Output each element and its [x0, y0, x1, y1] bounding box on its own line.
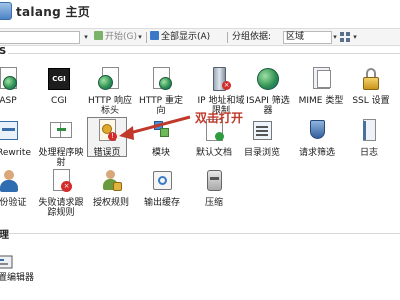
feature-modules[interactable]: 模块	[136, 118, 186, 158]
logging-icon	[356, 118, 382, 144]
feature-asp[interactable]: ASP	[0, 66, 33, 106]
feature-ssl-settings[interactable]: SSL 设置	[346, 66, 396, 106]
error-badge-icon: !	[108, 132, 117, 141]
lock-icon	[358, 66, 384, 92]
feature-label: 份验证	[0, 198, 27, 208]
feature-label: 处理程序映射	[38, 148, 84, 168]
cgi-icon-text: CGI	[48, 68, 70, 90]
feature-failed-request-tracing[interactable]: × 失败请求跟踪规则	[36, 168, 86, 218]
filter-dropdown-icon[interactable]: ▾	[82, 31, 90, 44]
start-dropdown-icon[interactable]: ▾	[136, 31, 144, 44]
feature-label: 压缩	[204, 198, 223, 208]
cgi-icon: CGI	[46, 66, 72, 92]
feature-label: 失败请求跟踪规则	[38, 198, 84, 218]
compression-icon	[201, 168, 227, 194]
filter-input[interactable]	[0, 31, 80, 44]
group-by-dropdown-icon[interactable]: ▾	[331, 31, 339, 44]
feature-logging[interactable]: 日志	[344, 118, 394, 158]
error-pages-icon: !	[94, 118, 120, 144]
request-filtering-icon	[304, 118, 330, 144]
filter-toolbar: ▾ 开始(G) ▾ 全部显示(A) 分组依据: 区域 ▾ ▾	[0, 28, 400, 46]
asp-icon	[0, 66, 21, 92]
feature-label: 错误页	[93, 148, 121, 158]
site-home-icon	[0, 2, 12, 20]
feature-label: CGI	[51, 96, 67, 106]
modules-icon	[148, 118, 174, 144]
directory-browsing-icon	[249, 118, 275, 144]
feature-output-caching[interactable]: 输出缓存	[137, 168, 187, 208]
start-filter-label: 开始(G)	[105, 32, 137, 42]
feature-label: 输出缓存	[143, 198, 180, 208]
feature-label: 置编辑器	[0, 273, 35, 283]
feature-authentication[interactable]: 份验证	[0, 168, 33, 208]
feature-error-pages[interactable]: ! 错误页	[82, 118, 132, 158]
feature-http-response-headers[interactable]: HTTP 响应标头	[85, 66, 135, 116]
iis-manager-window: talang 主页 ▾ 开始(G) ▾ 全部显示(A) 分组依据: 区域 ▾ ▾…	[0, 0, 400, 300]
deny-badge-icon: ×	[222, 81, 231, 90]
annotation-label: 双击打开	[195, 111, 244, 125]
show-all-label: 全部显示(A)	[161, 32, 211, 42]
handler-mappings-icon	[48, 118, 74, 144]
feature-label: 日志	[359, 148, 378, 158]
feature-label: 目录浏览	[243, 148, 280, 158]
authentication-icon	[0, 168, 21, 194]
view-mode-dropdown-icon[interactable]: ▾	[351, 31, 359, 44]
feature-handler-mappings[interactable]: 处理程序映射	[36, 118, 86, 168]
feature-request-filtering[interactable]: 请求筛选	[292, 118, 342, 158]
feature-authorization-rules[interactable]: 授权规则	[86, 168, 136, 208]
feature-label: HTTP 重定向	[139, 96, 183, 116]
failed-badge-icon: ×	[61, 181, 72, 192]
ip-restrictions-icon: ×	[208, 66, 234, 92]
page-title: talang 主页	[16, 5, 91, 19]
feature-label: 默认文档	[195, 148, 232, 158]
feature-directory-browsing[interactable]: 目录浏览	[237, 118, 287, 158]
go-icon	[94, 31, 103, 40]
feature-cgi[interactable]: CGI CGI	[34, 66, 84, 106]
feature-label: 授权规则	[92, 198, 129, 208]
isapi-filters-icon	[255, 66, 281, 92]
show-all-icon	[150, 31, 159, 40]
check-badge-icon	[215, 132, 224, 141]
feature-label: SSL 设置	[352, 96, 390, 106]
section-divider	[8, 53, 400, 54]
feature-label: MIME 类型	[298, 96, 344, 106]
feature-label: 请求筛选	[298, 148, 335, 158]
feature-label: HTTP 响应标头	[88, 96, 132, 116]
http-headers-icon	[97, 66, 123, 92]
config-editor-icon	[0, 255, 13, 269]
failed-request-tracing-icon: ×	[48, 168, 74, 194]
output-caching-icon	[149, 168, 175, 194]
view-mode-icon[interactable]	[340, 32, 350, 42]
feature-label: Rewrite	[0, 148, 31, 158]
feature-isapi-filters[interactable]: ISAPI 筛选器	[243, 66, 293, 116]
show-all-button[interactable]: 全部显示(A)	[150, 31, 210, 44]
group-by-select[interactable]: 区域	[283, 31, 332, 44]
toolbar-separator	[146, 32, 147, 43]
feature-mime-types[interactable]: MIME 类型	[296, 66, 346, 106]
feature-compression[interactable]: 压缩	[189, 168, 239, 208]
start-filter-button[interactable]: 开始(G)	[94, 31, 137, 44]
feature-url-rewrite[interactable]: Rewrite	[0, 118, 33, 158]
feature-label: 模块	[151, 148, 170, 158]
http-redirect-icon	[148, 66, 174, 92]
feature-label: ISAPI 筛选器	[246, 96, 290, 116]
authorization-rules-icon	[98, 168, 124, 194]
section-divider	[8, 233, 400, 234]
mime-types-icon	[308, 66, 334, 92]
url-rewrite-icon	[0, 118, 21, 144]
feature-http-redirect[interactable]: HTTP 重定向	[136, 66, 186, 116]
section-header: S	[0, 46, 7, 57]
group-by-label: 分组依据:	[232, 32, 272, 42]
title-bar: talang 主页	[0, 0, 400, 22]
toolbar-separator	[227, 32, 228, 43]
feature-label: ASP	[0, 96, 17, 106]
